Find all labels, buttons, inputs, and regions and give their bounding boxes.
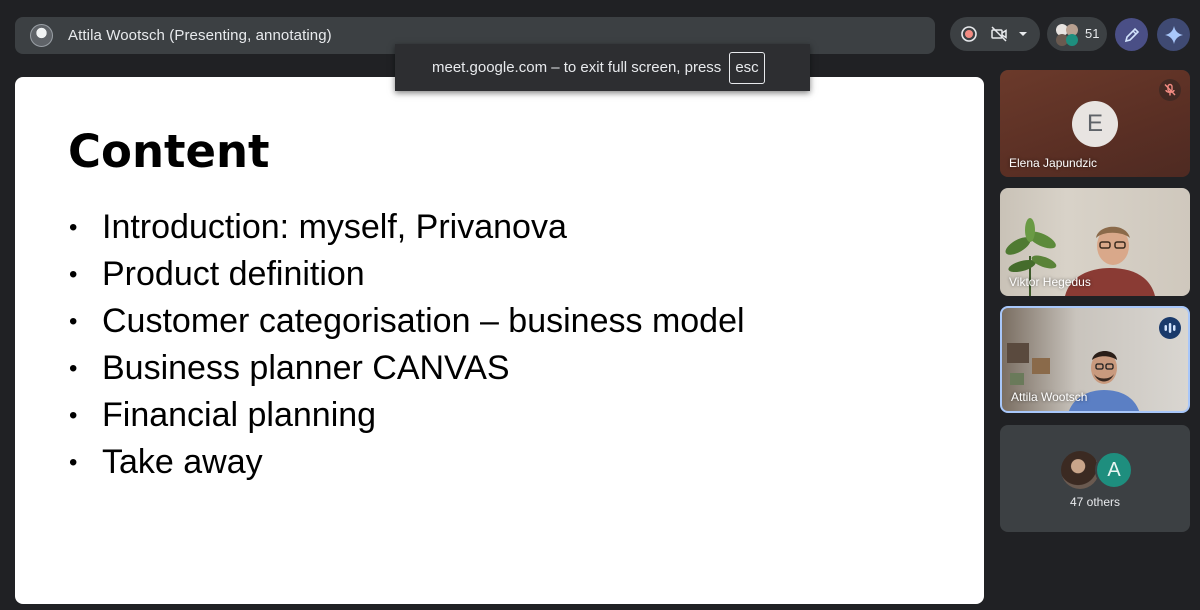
list-item: • Customer categorisation – business mode… <box>69 298 745 345</box>
background-shelf-image <box>1007 343 1050 385</box>
participant-name: Elena Japundzic <box>1009 156 1098 170</box>
recording-controls[interactable] <box>950 17 1040 51</box>
bullet-marker: • <box>69 307 78 335</box>
annotate-button[interactable] <box>1115 18 1148 51</box>
camera-off-icon[interactable] <box>990 25 1008 43</box>
people-button[interactable]: 51 <box>1047 17 1107 51</box>
others-tile[interactable]: A 47 others <box>1000 425 1190 532</box>
presenter-avatar <box>30 24 53 47</box>
annotate-pen-icon <box>1124 27 1139 42</box>
bullet-text: Introduction: myself, Privanova <box>102 208 567 246</box>
toast-message: meet.google.com – to exit full screen, p… <box>432 59 722 76</box>
list-item: • Introduction: myself, Privanova <box>69 204 745 251</box>
fullscreen-toast: meet.google.com – to exit full screen, p… <box>395 44 810 91</box>
mic-off-icon <box>1159 79 1181 101</box>
speaking-indicator-icon <box>1159 317 1181 339</box>
bullet-marker: • <box>69 401 78 429</box>
participant-name: Viktor Hegedus <box>1009 275 1091 289</box>
bullet-marker: • <box>69 213 78 241</box>
gemini-sparkle-icon <box>1164 25 1183 44</box>
bullet-marker: • <box>69 448 78 476</box>
avatar: A <box>1095 451 1133 489</box>
chevron-down-icon[interactable] <box>1018 29 1028 39</box>
bullet-text: Product definition <box>102 255 365 293</box>
slide-title: Content <box>68 125 270 178</box>
avatar: E <box>1072 101 1118 147</box>
participant-tile-viktor[interactable]: Viktor Hegedus <box>1000 188 1190 296</box>
bullet-text: Take away <box>102 443 263 481</box>
esc-key-hint: esc <box>729 51 765 84</box>
people-count: 51 <box>1085 26 1100 41</box>
list-item: • Take away <box>69 439 745 486</box>
bullet-text: Financial planning <box>102 396 377 434</box>
list-item: • Business planner CANVAS <box>69 345 745 392</box>
slide-bullet-list: • Introduction: myself, Privanova • Produc… <box>69 204 745 486</box>
presenter-label: Attila Wootsch (Presenting, annotating) <box>68 27 332 44</box>
bullet-marker: • <box>69 354 78 382</box>
participant-tile-attila[interactable]: Attila Wootsch <box>1000 306 1190 413</box>
gemini-button[interactable] <box>1157 18 1190 51</box>
bullet-text: Business planner CANVAS <box>102 349 510 387</box>
avatar <box>1061 451 1099 489</box>
presentation-slide: Content • Introduction: myself, Privanova… <box>15 77 984 604</box>
participant-tile-elena[interactable]: E Elena Japundzic <box>1000 70 1190 177</box>
others-count-label: 47 others <box>1069 495 1121 509</box>
participant-name: Attila Wootsch <box>1011 390 1088 404</box>
participants-mini-avatars-icon <box>1056 24 1078 46</box>
record-icon[interactable] <box>961 26 977 42</box>
list-item: • Financial planning <box>69 392 745 439</box>
bullet-text: Customer categorisation – business model <box>102 302 745 340</box>
bullet-marker: • <box>69 260 78 288</box>
list-item: • Product definition <box>69 251 745 298</box>
